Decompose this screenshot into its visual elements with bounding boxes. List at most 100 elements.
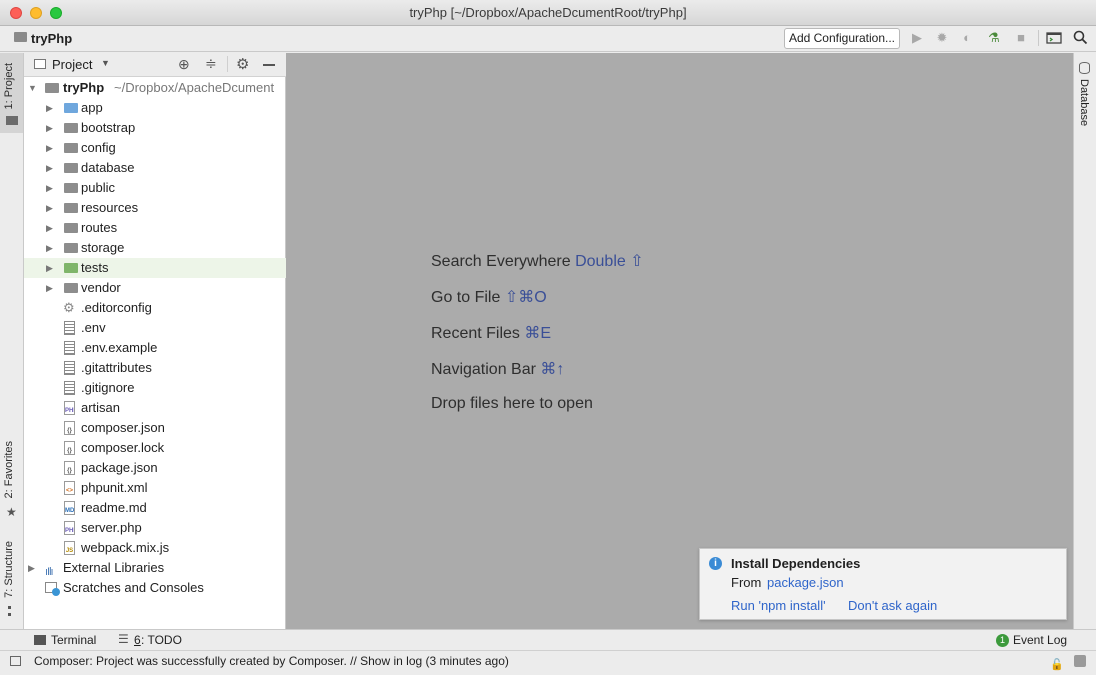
hint-recent-files: Recent Files ⌘E [431, 323, 551, 343]
minimize-window-button[interactable] [30, 7, 42, 19]
tree-file-row[interactable]: .env.example [24, 338, 286, 358]
project-tool-tab[interactable]: 1: Project [3, 63, 15, 109]
tree-file-row[interactable]: {} composer.lock [24, 438, 286, 458]
chevron-right-icon[interactable]: ▶ [46, 178, 53, 198]
tree-folder-row[interactable]: ▶ resources [24, 198, 286, 218]
tree-item-label: .env [81, 320, 106, 335]
collapse-all-icon[interactable]: ≑ [205, 55, 217, 72]
install-dependencies-notification: i Install Dependencies From package.json… [699, 548, 1067, 620]
tree-folder-row[interactable]: ▶ public [24, 178, 286, 198]
tree-item-label: phpunit.xml [81, 480, 148, 495]
tree-item-label: artisan [81, 400, 121, 415]
tree-folder-row[interactable]: ▶ database [24, 158, 286, 178]
tree-folder-row[interactable]: ▶ app [24, 98, 286, 118]
debug-icon[interactable]: ✹ [934, 30, 950, 46]
tree-item-label: webpack.mix.js [81, 540, 170, 555]
tree-file-row[interactable]: <> phpunit.xml [24, 478, 286, 498]
project-panel: Project ▼ ⊕ ≑ ⚙ ▼ tryPhp ~/Dropbox/Apach… [24, 53, 286, 629]
chevron-right-icon[interactable]: ▶ [46, 198, 53, 218]
favorites-tool-tab[interactable]: 2: Favorites [3, 441, 15, 498]
editor-area[interactable]: Search Everywhere Double ⇧ Go to File ⇧⌘… [286, 53, 1073, 629]
tree-file-row[interactable]: ⚙ .editorconfig [24, 298, 286, 318]
event-log-tool-tab[interactable]: Event Log [1013, 633, 1067, 647]
tree-file-row[interactable]: PHP artisan [24, 398, 286, 418]
terminal-icon [34, 635, 46, 645]
memory-indicator-icon[interactable] [1074, 655, 1086, 667]
zoom-window-button[interactable] [50, 7, 62, 19]
gear-icon[interactable]: ⚙ [236, 55, 249, 73]
tree-folder-row[interactable]: ▶ storage [24, 238, 286, 258]
project-view-selector[interactable]: Project [52, 57, 92, 72]
tree-file-row[interactable]: .gitignore [24, 378, 286, 398]
stop-icon[interactable]: ■ [1013, 30, 1029, 46]
project-tab-icon [6, 116, 18, 125]
tree-item-label: readme.md [81, 500, 147, 515]
json-file-icon: {} [64, 421, 75, 435]
tree-file-row[interactable]: .gitattributes [24, 358, 286, 378]
tree-item-label: app [81, 100, 103, 115]
search-everywhere-icon[interactable] [1072, 30, 1088, 46]
todo-tool-tab[interactable]: : TODO [141, 633, 182, 647]
coverage-icon[interactable]: ◐ [959, 30, 975, 46]
add-configuration-button[interactable]: Add Configuration... [784, 28, 900, 49]
status-message[interactable]: Composer: Project was successfully creat… [34, 651, 509, 671]
chevron-right-icon[interactable]: ▶ [46, 118, 53, 138]
chevron-right-icon[interactable]: ▶ [46, 258, 53, 278]
folder-icon-green [64, 263, 78, 273]
notification-title: Install Dependencies [731, 556, 861, 571]
tree-file-row[interactable]: PHP server.php [24, 518, 286, 538]
event-log-count-badge: 1 [996, 634, 1009, 647]
chevron-down-icon[interactable]: ▼ [28, 78, 37, 98]
chevron-right-icon[interactable]: ▶ [46, 98, 53, 118]
todo-tool-number[interactable]: 6 [134, 633, 141, 647]
tree-file-row[interactable]: MD readme.md [24, 498, 286, 518]
folder-icon [45, 83, 59, 93]
tree-file-row[interactable]: .env [24, 318, 286, 338]
terminal-window-icon[interactable] [1046, 30, 1062, 46]
locate-file-icon[interactable]: ⊕ [178, 56, 190, 73]
structure-tool-tab[interactable]: 7: Structure [3, 541, 15, 598]
lock-icon[interactable]: 🔓 [1050, 655, 1064, 675]
navigation-bar: tryPhp Add Configuration... ▶ ✹ ◐ ⚗ ■ [0, 26, 1096, 52]
chevron-down-icon[interactable]: ▼ [101, 58, 110, 68]
terminal-tool-tab[interactable]: Terminal [51, 633, 96, 647]
run-npm-install-link[interactable]: Run 'npm install' [731, 598, 826, 613]
database-tool-tab[interactable]: Database [1078, 79, 1090, 126]
tree-item-label: config [81, 140, 116, 155]
tree-folder-row[interactable]: ▶ bootstrap [24, 118, 286, 138]
tree-external-libraries-row[interactable]: ▶ ıIlı External Libraries [24, 558, 286, 578]
chevron-right-icon[interactable]: ▶ [46, 238, 53, 258]
tree-file-row[interactable]: JS webpack.mix.js [24, 538, 286, 558]
chevron-right-icon[interactable]: ▶ [28, 558, 35, 578]
tree-item-label: public [81, 180, 115, 195]
tree-file-row[interactable]: {} package.json [24, 458, 286, 478]
notification-from-label: From [731, 575, 762, 590]
tree-folder-row[interactable]: ▶ vendor [24, 278, 286, 298]
chevron-right-icon[interactable]: ▶ [46, 278, 53, 298]
breadcrumb-project[interactable]: tryPhp [31, 31, 72, 46]
chevron-right-icon[interactable]: ▶ [46, 138, 53, 158]
hint-search-everywhere: Search Everywhere Double ⇧ [431, 251, 644, 271]
folder-icon [64, 203, 78, 213]
profiler-icon[interactable]: ⚗ [986, 30, 1002, 46]
tree-item-label: composer.lock [81, 440, 165, 455]
hint-text: Search Everywhere [431, 253, 571, 270]
run-icon[interactable]: ▶ [909, 30, 925, 46]
chevron-right-icon[interactable]: ▶ [46, 218, 53, 238]
tree-folder-row[interactable]: ▶ config [24, 138, 286, 158]
tree-folder-row[interactable]: ▶ tests [24, 258, 286, 278]
package-json-link[interactable]: package.json [767, 575, 844, 590]
php-file-icon: PHP [64, 521, 75, 535]
chevron-right-icon[interactable]: ▶ [46, 158, 53, 178]
tree-folder-row[interactable]: ▶ routes [24, 218, 286, 238]
tree-root-row[interactable]: ▼ tryPhp ~/Dropbox/ApacheDcument [24, 78, 286, 98]
close-window-button[interactable] [10, 7, 22, 19]
js-file-icon: JS [64, 541, 75, 555]
hide-panel-icon[interactable] [263, 64, 275, 66]
tree-item-label: tests [81, 260, 109, 275]
status-bar: Composer: Project was successfully creat… [0, 650, 1096, 671]
dont-ask-again-link[interactable]: Don't ask again [848, 598, 937, 613]
tree-scratches-row[interactable]: Scratches and Consoles [24, 578, 286, 598]
tree-file-row[interactable]: {} composer.json [24, 418, 286, 438]
toggle-tool-windows-icon[interactable] [10, 656, 21, 666]
